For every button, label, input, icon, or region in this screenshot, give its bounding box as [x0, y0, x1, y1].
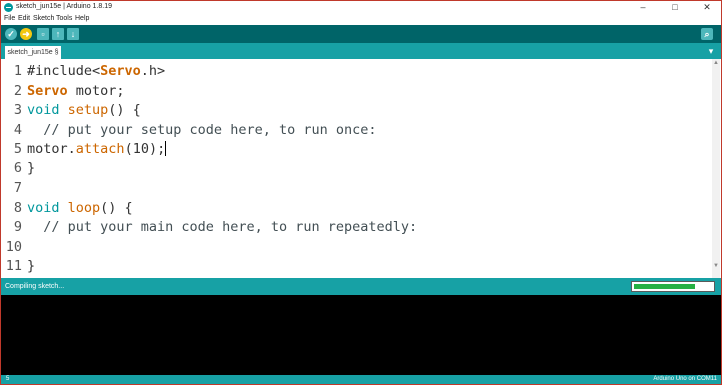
code-editor[interactable]: 1 2 3 4 5 6 8 9 10 11 7 #include<Servo.h… [1, 59, 721, 278]
line-number: 5 [13, 141, 22, 157]
code-text: () { [108, 102, 141, 118]
serial-monitor-button[interactable]: ⌕ [701, 28, 713, 40]
new-file-icon: ▫ [41, 29, 45, 39]
line-number: 4 [13, 122, 22, 138]
line-number-gutter: 1 2 3 4 5 6 8 9 10 11 7 [1, 59, 25, 278]
type-keyword: Servo [100, 63, 141, 79]
window-title: sketch_jun15e | Arduino 1.8.19 [16, 3, 113, 10]
code-line: void setup() { [27, 102, 141, 118]
new-button[interactable]: ▫ [37, 28, 49, 40]
function-name: setup [67, 102, 109, 118]
line-number: 9 [13, 219, 22, 235]
code-comment: // put your main code here, to run repea… [27, 219, 418, 235]
cursor-line-number: 5 [6, 376, 10, 382]
menu-sketch[interactable]: Sketch [33, 15, 54, 22]
line-number: 10 [5, 239, 22, 255]
menu-help[interactable]: Help [75, 15, 89, 22]
arduino-ide-window: sketch_jun15e | Arduino 1.8.19 – □ ✕ Fil… [0, 0, 722, 385]
menu-file[interactable]: File [4, 15, 15, 22]
line-number: 11 [5, 258, 22, 274]
maximize-button[interactable]: □ [661, 1, 689, 14]
minimize-button[interactable]: – [629, 1, 657, 14]
tab-sketch[interactable]: sketch_jun15e § [5, 46, 61, 59]
line-number: 2 [13, 83, 22, 99]
tab-strip: sketch_jun15e § ▾ [1, 43, 721, 59]
save-arrow-icon: ↓ [70, 29, 76, 39]
close-button[interactable]: ✕ [693, 1, 721, 14]
toolbar: ✓ ➜ ▫ ↑ ↓ ⌕ [1, 25, 721, 43]
code-line: void loop() { [27, 200, 133, 216]
text-cursor [165, 141, 167, 156]
console-output[interactable] [1, 295, 721, 375]
function-name: loop [67, 200, 101, 216]
code-text: motor; [67, 83, 125, 99]
status-bar: Compiling sketch... [1, 278, 721, 295]
upload-button[interactable]: ➜ [20, 28, 32, 40]
arduino-logo-icon [4, 3, 13, 12]
menu-edit[interactable]: Edit [18, 15, 30, 22]
tab-menu-dropdown-icon[interactable]: ▾ [706, 46, 716, 56]
code-text: .h> [140, 63, 166, 79]
line-number: 6 [13, 160, 22, 176]
menu-tools[interactable]: Tools [56, 15, 72, 22]
code-line: motor.attach(10); [27, 141, 167, 157]
code-comment: // put your setup code here, to run once… [27, 122, 377, 138]
save-button[interactable]: ↓ [67, 28, 79, 40]
scroll-up-icon[interactable]: ▲ [712, 59, 720, 67]
vertical-scrollbar[interactable]: ▲ ▼ [712, 59, 720, 278]
code-line: #include<Servo.h> [27, 63, 165, 79]
line-number: 3 [13, 102, 22, 118]
bottom-status-bar: 5 Arduino Uno on COM11 [1, 375, 721, 384]
menu-bar: File Edit Sketch Tools Help [1, 14, 721, 25]
code-text: (10); [124, 141, 166, 157]
compile-progress-bar [631, 281, 715, 292]
code-text: () { [100, 200, 133, 216]
code-text: motor. [27, 141, 76, 157]
scroll-down-icon[interactable]: ▼ [712, 262, 720, 270]
type-keyword: Servo [27, 83, 68, 99]
progress-fill [634, 284, 695, 289]
void-keyword: void [27, 102, 60, 118]
open-button[interactable]: ↑ [52, 28, 64, 40]
verify-button[interactable]: ✓ [5, 28, 17, 40]
function-name: attach [75, 141, 125, 157]
check-icon: ✓ [7, 29, 15, 39]
code-line: } [27, 160, 36, 176]
line-number: 7 [13, 180, 22, 196]
line-number: 1 [13, 63, 22, 79]
open-arrow-icon: ↑ [55, 29, 61, 39]
void-keyword: void [27, 200, 60, 216]
arrow-right-icon: ➜ [22, 29, 30, 39]
magnifier-icon: ⌕ [704, 29, 710, 39]
code-line: } [27, 258, 36, 274]
status-message: Compiling sketch... [5, 283, 65, 290]
include-directive: #include< [27, 63, 101, 79]
title-bar: sketch_jun15e | Arduino 1.8.19 – □ ✕ [1, 1, 721, 14]
board-port-label: Arduino Uno on COM11 [653, 376, 717, 382]
code-line: Servo motor; [27, 83, 125, 99]
line-number: 8 [13, 200, 22, 216]
